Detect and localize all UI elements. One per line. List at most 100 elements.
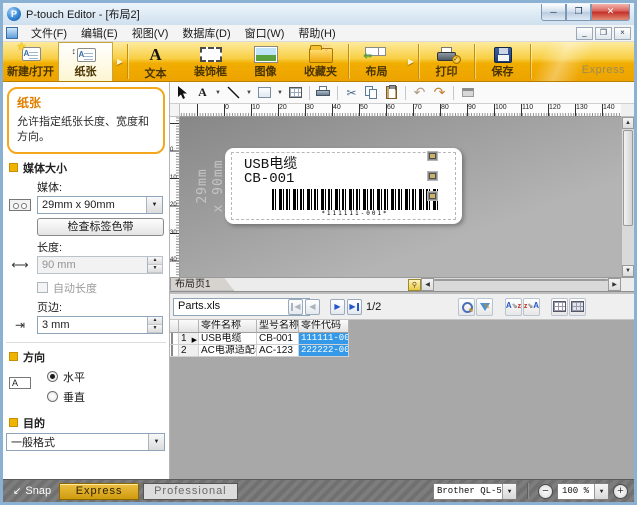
first-record-button[interactable]: ◀ bbox=[288, 299, 303, 315]
sort-descending-button[interactable]: z⇘A bbox=[523, 298, 540, 316]
table-tool-icon[interactable] bbox=[287, 84, 304, 101]
snap-button[interactable]: ↙ Snap bbox=[9, 485, 55, 497]
select-column-header[interactable] bbox=[170, 320, 179, 333]
print-preview-icon[interactable] bbox=[315, 84, 332, 101]
menu-file[interactable]: 文件(F) bbox=[24, 24, 74, 42]
purpose-combobox[interactable]: 一般格式 ▼ bbox=[6, 433, 165, 451]
new-open-button[interactable]: A★ 新建/打开 bbox=[3, 42, 58, 81]
media-size-combobox[interactable]: 29mm x 90mm ▼ bbox=[37, 196, 163, 214]
margin-spinner[interactable]: 3 mm ▲▼ bbox=[37, 316, 163, 334]
mdi-minimize-button[interactable]: _ bbox=[576, 27, 593, 40]
frame-button[interactable]: 装饰框 bbox=[183, 42, 238, 81]
chevron-down-icon[interactable]: ▼ bbox=[245, 90, 253, 96]
menu-window[interactable]: 窗口(W) bbox=[238, 24, 292, 42]
print-button[interactable]: ✓ 打印 bbox=[419, 42, 474, 81]
radio-selected-icon[interactable] bbox=[47, 371, 58, 382]
checkbox-icon[interactable] bbox=[171, 333, 173, 345]
database-field-icon[interactable] bbox=[427, 191, 438, 201]
scroll-right-icon[interactable]: ▶ bbox=[608, 278, 621, 291]
auto-length-checkbox[interactable] bbox=[37, 282, 48, 293]
undo-icon[interactable]: ↶ bbox=[411, 84, 428, 101]
minimize-button[interactable]: ─ bbox=[541, 4, 566, 21]
document-icon[interactable] bbox=[6, 27, 18, 39]
column-header-code[interactable]: 零件代码 bbox=[299, 320, 349, 333]
database-field-icon[interactable] bbox=[427, 171, 438, 181]
chevron-down-icon[interactable]: ▼ bbox=[594, 484, 608, 499]
chevron-down-icon[interactable]: ▼ bbox=[146, 197, 162, 213]
radio-icon[interactable] bbox=[47, 391, 58, 402]
toolbar-overflow-arrow[interactable]: ▶ bbox=[404, 42, 418, 81]
orientation-horizontal-option[interactable]: 水平 bbox=[47, 369, 169, 385]
record-view-button[interactable] bbox=[551, 298, 568, 316]
pin-icon[interactable]: ⚲ bbox=[408, 279, 421, 291]
text-tool-icon[interactable]: A bbox=[194, 84, 211, 101]
close-button[interactable]: ✕ bbox=[591, 4, 630, 21]
chevron-down-icon[interactable]: ▼ bbox=[276, 90, 284, 96]
check-tape-button[interactable]: 检查标签色带 bbox=[37, 218, 164, 236]
copy-icon[interactable] bbox=[363, 84, 380, 101]
row-select-checkbox[interactable] bbox=[170, 333, 179, 345]
scrollbar-thumb[interactable] bbox=[623, 130, 633, 226]
mdi-close-button[interactable]: × bbox=[614, 27, 631, 40]
menu-view[interactable]: 视图(V) bbox=[125, 24, 176, 42]
scroll-down-icon[interactable]: ▼ bbox=[622, 265, 634, 277]
scroll-left-icon[interactable]: ◀ bbox=[421, 278, 434, 291]
vertical-scrollbar[interactable]: ▲ ▼ bbox=[621, 117, 634, 277]
next-record-button[interactable]: ▶ bbox=[330, 299, 345, 315]
cut-icon[interactable]: ✂ bbox=[343, 84, 360, 101]
table-cell-model[interactable]: AC-123 bbox=[257, 345, 299, 357]
label-text-field-2[interactable]: CB-001 bbox=[244, 171, 294, 187]
row-number-cell[interactable]: 1▶ bbox=[179, 333, 199, 345]
table-cell-model[interactable]: CB-001 bbox=[257, 333, 299, 345]
table-cell-name[interactable]: USB电缆 bbox=[199, 333, 257, 345]
form-view-button[interactable] bbox=[569, 298, 586, 316]
select-tool-icon[interactable] bbox=[174, 84, 191, 101]
image-button[interactable]: 图像 bbox=[238, 42, 293, 81]
checkbox-icon[interactable] bbox=[171, 345, 173, 357]
line-tool-icon[interactable] bbox=[225, 84, 242, 101]
label-object[interactable]: USB电缆 CB-001 *111111-001* bbox=[225, 148, 462, 224]
toolbar-overflow-arrow[interactable]: ▶ bbox=[113, 42, 127, 81]
scrollbar-thumb[interactable] bbox=[434, 279, 608, 281]
menu-database[interactable]: 数据库(D) bbox=[175, 24, 237, 42]
search-button[interactable] bbox=[458, 298, 475, 316]
column-header-model[interactable]: 型号名称 bbox=[257, 320, 299, 333]
table-cell-name[interactable]: AC电源适配器 bbox=[199, 345, 257, 357]
horizontal-scrollbar[interactable] bbox=[434, 278, 608, 291]
paste-icon[interactable] bbox=[383, 84, 400, 101]
database-field-icon[interactable] bbox=[427, 151, 438, 161]
layout-button[interactable]: ⇦ 布局 bbox=[349, 42, 404, 81]
table-cell-code[interactable]: 111111-001 bbox=[299, 333, 349, 345]
menu-edit[interactable]: 编辑(E) bbox=[74, 24, 125, 42]
menu-help[interactable]: 帮助(H) bbox=[291, 24, 342, 42]
title-bar[interactable]: P P-touch Editor - [布局2] ─ ❐ ✕ bbox=[3, 3, 634, 25]
professional-mode-button[interactable]: Professional bbox=[143, 483, 238, 500]
spinner-arrows-icon[interactable]: ▲▼ bbox=[147, 257, 162, 273]
sort-ascending-button[interactable]: A⇘z bbox=[505, 298, 522, 316]
scroll-up-icon[interactable]: ▲ bbox=[622, 117, 634, 129]
orientation-vertical-option[interactable]: 垂直 bbox=[47, 389, 169, 405]
zoom-in-button[interactable]: + bbox=[613, 484, 628, 499]
mdi-restore-button[interactable]: ❐ bbox=[595, 27, 612, 40]
row-select-checkbox[interactable] bbox=[170, 345, 179, 357]
printer-combobox[interactable]: Brother QL-550 ▼ bbox=[433, 483, 517, 500]
last-record-button[interactable]: ▶ bbox=[347, 299, 362, 315]
zoom-level-combobox[interactable]: 100 % ▼ bbox=[557, 483, 609, 500]
row-number-column-header[interactable] bbox=[179, 320, 199, 333]
column-header-name[interactable]: 零件名称 bbox=[199, 320, 257, 333]
table-cell-code[interactable]: 222222-001 bbox=[299, 345, 349, 357]
barcode-object[interactable] bbox=[272, 189, 438, 210]
shape-tool-icon[interactable] bbox=[256, 84, 273, 101]
express-mode-button[interactable]: Express bbox=[59, 483, 139, 500]
maximize-button[interactable]: ❐ bbox=[566, 4, 591, 21]
layout-canvas[interactable]: 29mm x 90mm USB电缆 CB-001 *111111-001* bbox=[180, 117, 621, 277]
properties-icon[interactable] bbox=[459, 84, 476, 101]
label-text-field-1[interactable]: USB电缆 bbox=[244, 153, 297, 173]
save-button[interactable]: 保存 bbox=[475, 42, 530, 81]
text-button[interactable]: A 文本 bbox=[128, 42, 183, 81]
chevron-down-icon[interactable]: ▼ bbox=[148, 434, 164, 450]
row-number-cell[interactable]: 2 bbox=[179, 345, 199, 357]
sheet-tab[interactable]: 布局页1 bbox=[170, 278, 234, 291]
zoom-out-button[interactable]: − bbox=[538, 484, 553, 499]
previous-record-button[interactable]: ◀ bbox=[305, 299, 320, 315]
